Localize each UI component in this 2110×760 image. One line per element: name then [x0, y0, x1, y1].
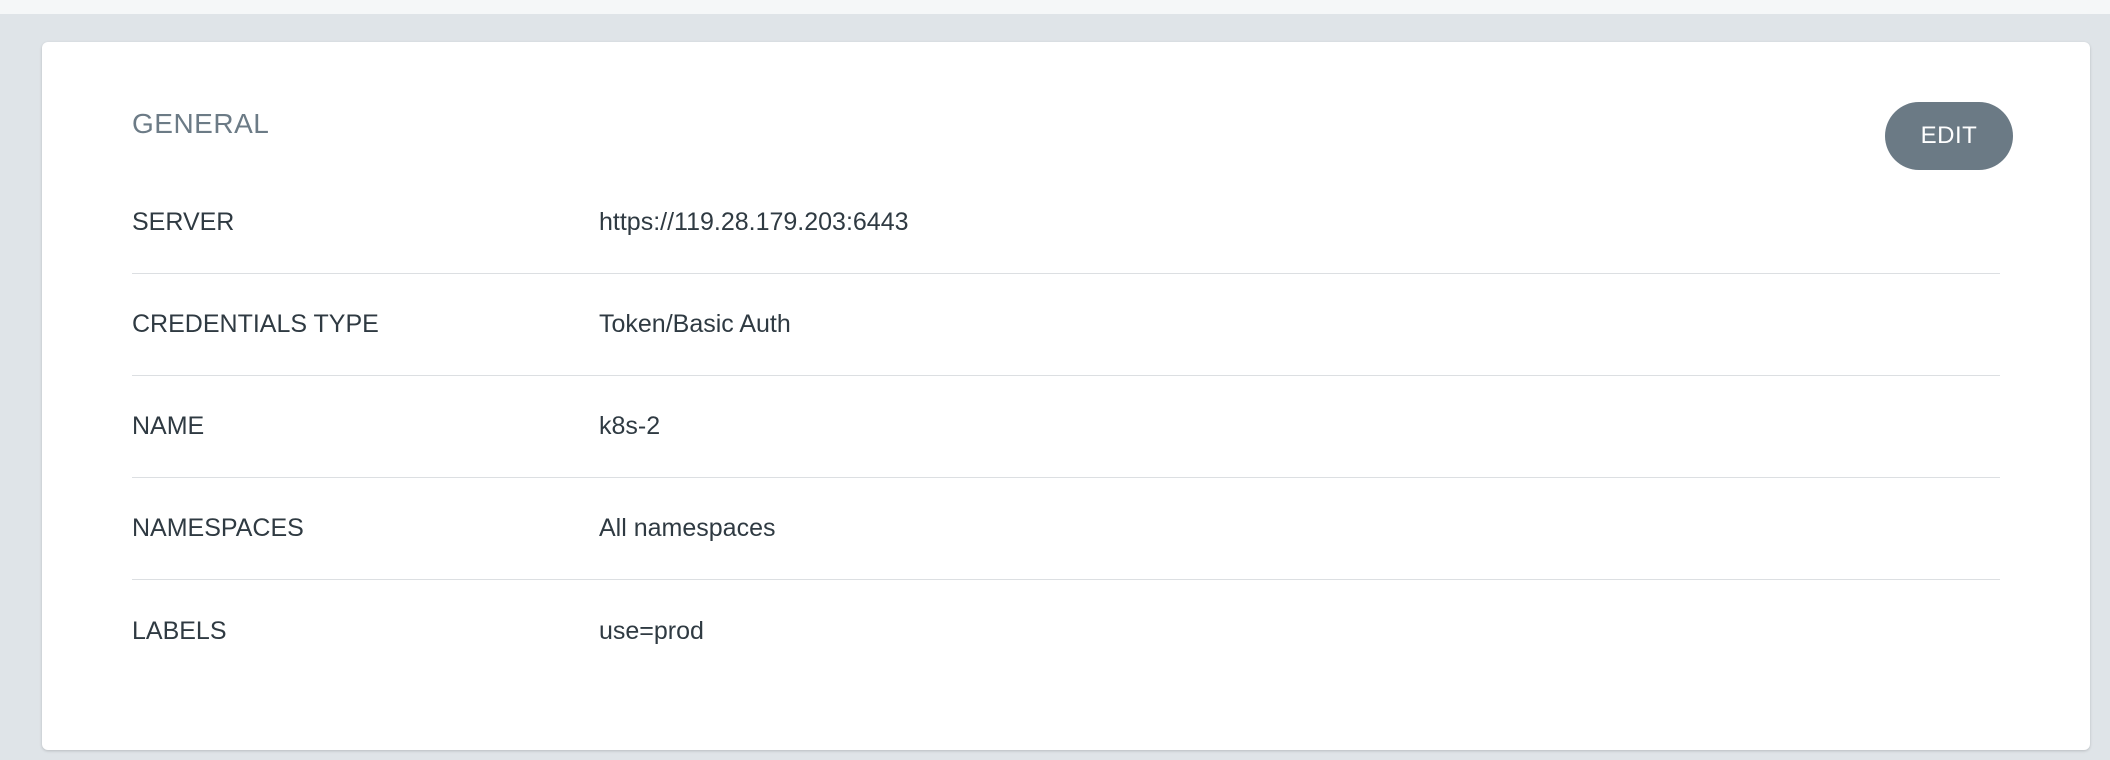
detail-row-credentials-type: CREDENTIALS TYPE Token/Basic Auth — [132, 274, 2000, 376]
top-strip — [0, 0, 2110, 14]
edit-button[interactable]: EDIT — [1885, 102, 2013, 170]
detail-label: NAME — [132, 412, 205, 440]
detail-row-name: NAME k8s-2 — [132, 376, 2000, 478]
general-card: GENERAL EDIT SERVER https://119.28.179.2… — [42, 42, 2090, 750]
detail-label: LABELS — [132, 616, 227, 645]
details-list: SERVER https://119.28.179.203:6443 CREDE… — [132, 172, 2000, 682]
detail-row-server: SERVER https://119.28.179.203:6443 — [132, 172, 2000, 274]
detail-value: All namespaces — [599, 514, 776, 542]
detail-value: k8s-2 — [599, 412, 661, 440]
detail-label: SERVER — [132, 208, 235, 236]
detail-label: NAMESPACES — [132, 514, 304, 542]
detail-row-labels: LABELS use=prod — [132, 580, 2000, 682]
detail-label: CREDENTIALS TYPE — [132, 310, 379, 338]
section-title: GENERAL — [132, 108, 270, 139]
detail-value: https://119.28.179.203:6443 — [599, 208, 909, 236]
detail-value: Token/Basic Auth — [599, 310, 791, 338]
detail-value: use=prod — [599, 616, 704, 645]
detail-row-namespaces: NAMESPACES All namespaces — [132, 478, 2000, 580]
